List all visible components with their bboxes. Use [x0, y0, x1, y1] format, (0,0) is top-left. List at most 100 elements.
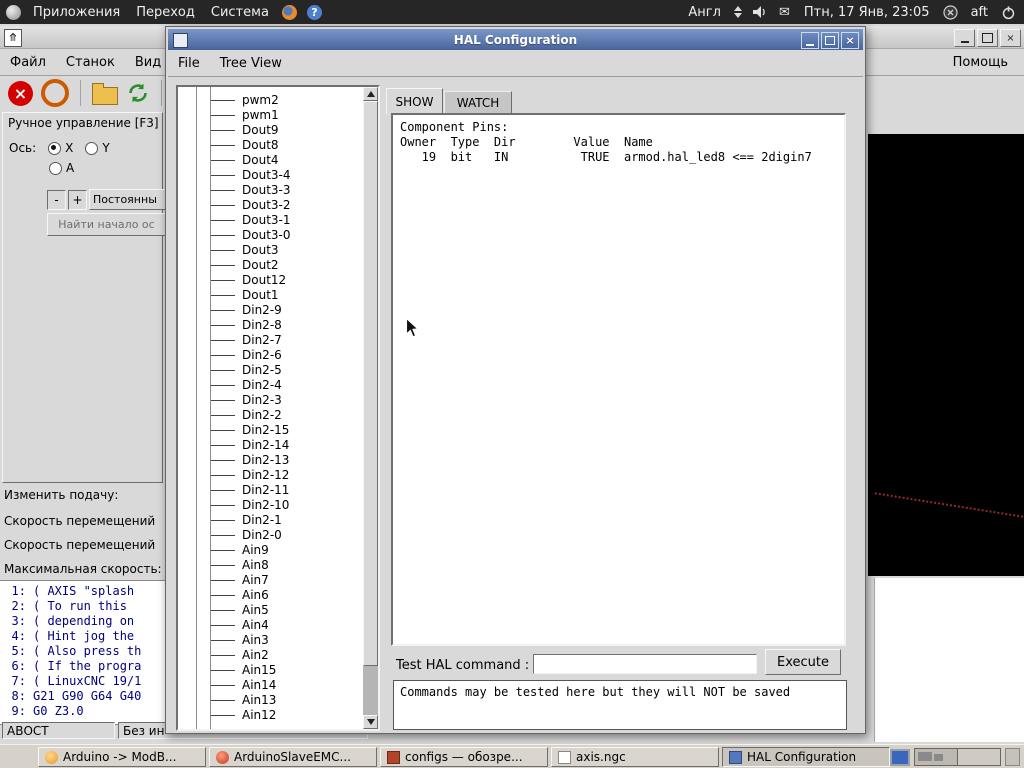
mail-notification-icon[interactable]: ✉	[779, 5, 790, 20]
jog-mode-combobox[interactable]: Постоянны	[89, 189, 172, 210]
tree-item[interactable]: Din2-0	[178, 528, 363, 543]
tree-item[interactable]: Dout8	[178, 138, 363, 153]
tree-item[interactable]: Din2-13	[178, 453, 363, 468]
tree-item[interactable]: Din2-7	[178, 333, 363, 348]
show-output-area[interactable]: Component Pins: Owner Type Dir Value Nam…	[391, 113, 846, 646]
execute-button[interactable]: Execute	[765, 649, 841, 675]
gcode-preview-plot[interactable]	[868, 134, 1024, 576]
tree-item[interactable]: Dout3	[178, 243, 363, 258]
scrollbar-track[interactable]	[363, 101, 378, 715]
layout-switch-icon[interactable]	[733, 6, 742, 18]
test-hal-command-input[interactable]	[533, 654, 757, 674]
tree-item[interactable]: Ain2	[178, 648, 363, 663]
tree-item[interactable]: Dout4	[178, 153, 363, 168]
radio-axis-x[interactable]	[48, 141, 62, 155]
tree-item[interactable]: Dout9	[178, 123, 363, 138]
machine-power-button[interactable]	[41, 79, 69, 107]
tree-item[interactable]: Ain7	[178, 573, 363, 588]
tree-item[interactable]: Dout3-4	[178, 168, 363, 183]
menu-help[interactable]: Помощь	[943, 55, 1024, 70]
applications-menu[interactable]: Приложения	[25, 5, 128, 20]
tree-item[interactable]: Dout3-0	[178, 228, 363, 243]
tab-show[interactable]: SHOW	[386, 88, 443, 114]
estop-button[interactable]: ×	[8, 80, 33, 106]
tree-item[interactable]: Ain14	[178, 678, 363, 693]
task-axis-ngc[interactable]: axis.ngc	[551, 747, 719, 767]
tree-item[interactable]: Din2-4	[178, 378, 363, 393]
menu-file[interactable]: File	[168, 56, 210, 71]
task-hal-configuration[interactable]: HAL Configuration	[722, 747, 890, 767]
tree-item[interactable]: Dout3-2	[178, 198, 363, 213]
workspace-2[interactable]	[957, 749, 1000, 765]
task-configs-browser[interactable]: configs — обозре...	[380, 747, 548, 767]
tree-item[interactable]: Din2-9	[178, 303, 363, 318]
tree-item[interactable]: Dout3-3	[178, 183, 363, 198]
tree-item[interactable]: Ain6	[178, 588, 363, 603]
home-axis-button[interactable]: Найти начало ос	[47, 213, 166, 236]
scrollbar-thumb[interactable]	[363, 101, 378, 666]
tree-item[interactable]: Ain13	[178, 693, 363, 708]
clock[interactable]: Птн, 17 Янв, 23:05	[796, 5, 938, 20]
tree-item[interactable]: Ain12	[178, 708, 363, 723]
tab-watch[interactable]: WATCH	[444, 91, 512, 114]
tree-item[interactable]: Dout1	[178, 288, 363, 303]
system-menu[interactable]: Система	[203, 5, 277, 20]
power-icon[interactable]	[996, 5, 1024, 20]
volume-icon[interactable]	[747, 5, 773, 19]
trash-applet-icon[interactable]	[1005, 748, 1020, 766]
tree-item[interactable]: Ain8	[178, 558, 363, 573]
tree-item[interactable]: Ain3	[178, 633, 363, 648]
tree-item[interactable]: pwm2	[178, 93, 363, 108]
show-desktop-icon[interactable]	[890, 748, 910, 766]
tree-item[interactable]: Din2-12	[178, 468, 363, 483]
user-name[interactable]: aft	[963, 5, 996, 20]
tree-item[interactable]: Din2-3	[178, 393, 363, 408]
tree-item[interactable]: Din2-10	[178, 498, 363, 513]
menu-machine[interactable]: Станок	[56, 55, 125, 70]
tree-item[interactable]: Dout2	[178, 258, 363, 273]
menu-tree-view[interactable]: Tree View	[210, 56, 292, 71]
tree-item[interactable]: Ain5	[178, 603, 363, 618]
workspace-1[interactable]	[915, 749, 957, 765]
status-circle-icon[interactable]	[938, 4, 963, 20]
tree-item[interactable]: Ain15	[178, 663, 363, 678]
tree-item[interactable]: Din2-15	[178, 423, 363, 438]
scroll-down-arrow[interactable]	[363, 715, 378, 729]
jog-minus-button[interactable]: -	[47, 189, 66, 210]
radio-axis-y[interactable]	[85, 141, 99, 155]
tree-item[interactable]: Din2-14	[178, 438, 363, 453]
menu-file[interactable]: Файл	[0, 55, 56, 70]
tree-item[interactable]: Din2-2	[178, 408, 363, 423]
keyboard-layout-indicator[interactable]: Англ	[680, 5, 729, 20]
maximize-button[interactable]	[821, 32, 839, 49]
tree-item[interactable]: Din2-11	[178, 483, 363, 498]
jog-plus-button[interactable]: +	[68, 189, 87, 210]
tree-scrollbar[interactable]	[363, 87, 378, 729]
close-button[interactable]: ×	[1000, 29, 1021, 47]
manual-control-tab[interactable]: Ручное управление [F3]	[2, 112, 163, 133]
minimize-button[interactable]	[801, 32, 819, 49]
distributor-logo-icon[interactable]	[6, 4, 21, 20]
tree-item[interactable]: Dout3-1	[178, 213, 363, 228]
maximize-button[interactable]	[977, 29, 998, 47]
tree-item[interactable]: Ain4	[178, 618, 363, 633]
tree-item[interactable]: Din2-5	[178, 363, 363, 378]
pin-tree[interactable]: pwm2 pwm1 Dout9 Dout8 Dout4 Dout3-4 Dout…	[178, 87, 363, 729]
open-file-button[interactable]	[92, 82, 118, 105]
task-arduino-slave-emc[interactable]: ArduinoSlaveEMC...	[209, 747, 377, 767]
minimize-button[interactable]	[954, 29, 975, 47]
scroll-up-arrow[interactable]	[363, 87, 378, 101]
tree-item[interactable]: Dout12	[178, 273, 363, 288]
task-arduino-modbus[interactable]: Arduino -> ModB...	[38, 747, 206, 767]
help-launcher-icon[interactable]: ?	[306, 4, 322, 20]
right-text-pane[interactable]	[874, 578, 1024, 742]
radio-axis-a[interactable]	[49, 161, 62, 175]
hal-titlebar[interactable]: HAL Configuration ×	[168, 29, 863, 50]
tree-item[interactable]: Din2-6	[178, 348, 363, 363]
reload-button[interactable]	[126, 81, 150, 105]
close-button[interactable]: ×	[841, 32, 859, 49]
tree-item[interactable]: Din2-1	[178, 513, 363, 528]
tree-item[interactable]: Ain9	[178, 543, 363, 558]
places-menu[interactable]: Переход	[128, 5, 203, 20]
tree-item[interactable]: Din2-8	[178, 318, 363, 333]
